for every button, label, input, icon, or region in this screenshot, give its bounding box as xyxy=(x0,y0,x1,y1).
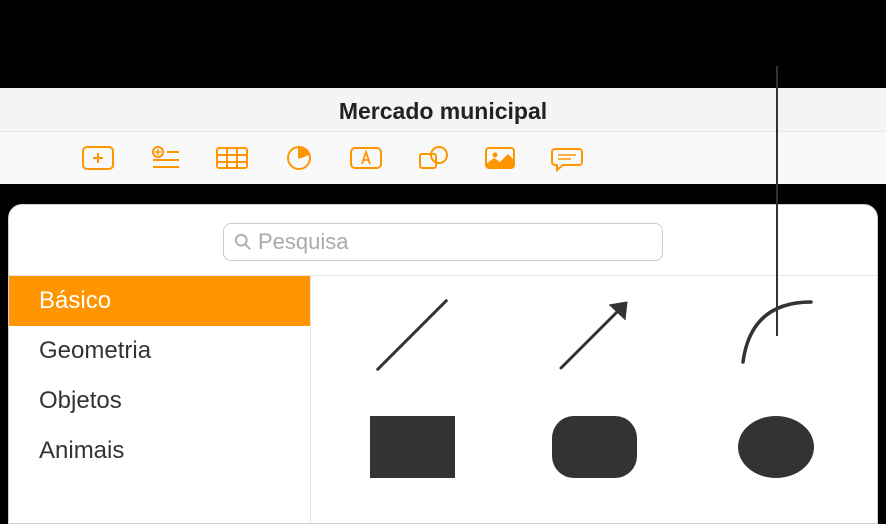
table-icon xyxy=(214,144,250,172)
sidebar-item-animais[interactable]: Animais xyxy=(9,426,310,476)
sidebar-item-basico[interactable]: Básico xyxy=(9,276,310,326)
callout-line xyxy=(776,66,778,336)
plus-square-icon xyxy=(80,144,116,172)
search-input[interactable]: Pesquisa xyxy=(223,223,663,261)
sidebar-item-label: Geometria xyxy=(39,337,151,364)
shape-button[interactable] xyxy=(411,142,455,174)
sidebar-item-label: Objetos xyxy=(39,387,122,414)
sidebar-item-label: Básico xyxy=(39,287,111,314)
search-icon xyxy=(234,233,252,251)
comment-icon xyxy=(549,144,585,172)
shapes-popover: Pesquisa Básico Geometria Objetos Animai… xyxy=(8,204,878,524)
image-icon xyxy=(482,144,518,172)
table-button[interactable] xyxy=(210,142,254,174)
search-area: Pesquisa xyxy=(9,205,877,276)
line-shape[interactable] xyxy=(331,294,493,376)
page-title: Mercado municipal xyxy=(0,88,886,132)
sidebar-item-objetos[interactable]: Objetos xyxy=(9,376,310,426)
circle-shape[interactable] xyxy=(695,406,857,488)
add-list-button[interactable] xyxy=(143,142,187,174)
media-button[interactable] xyxy=(478,142,522,174)
chart-button[interactable] xyxy=(277,142,321,174)
search-placeholder: Pesquisa xyxy=(258,229,349,255)
pie-chart-icon xyxy=(281,144,317,172)
toolbar xyxy=(0,132,886,184)
square-shape[interactable] xyxy=(331,406,493,488)
sidebar-item-geometria[interactable]: Geometria xyxy=(9,326,310,376)
window: Mercado municipal xyxy=(0,88,886,184)
shapes-icon xyxy=(415,144,451,172)
rounded-square-shape[interactable] xyxy=(513,406,675,488)
plus-list-icon xyxy=(147,144,183,172)
add-button[interactable] xyxy=(76,142,120,174)
category-sidebar: Básico Geometria Objetos Animais xyxy=(9,276,311,524)
shapes-grid xyxy=(311,276,877,524)
text-button[interactable] xyxy=(344,142,388,174)
text-box-icon xyxy=(348,144,384,172)
sidebar-item-label: Animais xyxy=(39,437,124,464)
arrow-shape[interactable] xyxy=(513,294,675,376)
comment-button[interactable] xyxy=(545,142,589,174)
